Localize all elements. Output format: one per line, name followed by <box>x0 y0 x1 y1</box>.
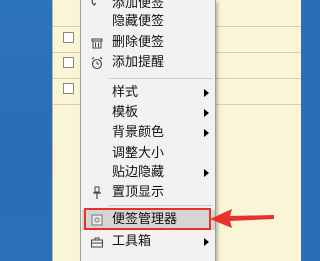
menu-separator <box>109 205 213 206</box>
submenu-arrow-icon <box>204 89 209 97</box>
submenu-arrow-icon <box>204 238 209 246</box>
note-checkbox[interactable] <box>63 57 74 68</box>
menu-item-label: 模板 <box>112 105 139 120</box>
menu-item-edge-hide[interactable]: 贴边隐藏 <box>82 163 215 183</box>
toolbox-icon <box>91 237 103 248</box>
submenu-arrow-icon <box>204 169 209 177</box>
menu-item-background-color[interactable]: 背景颜色 <box>82 123 215 143</box>
menu-item-resize[interactable]: 调整大小 <box>82 144 215 164</box>
menu-item-label: 添加提醒 <box>112 55 165 70</box>
menu-item-label: 删除便签 <box>112 35 165 50</box>
menu-item-label: 背景颜色 <box>112 125 165 140</box>
menu-item-toolbox[interactable]: 工具箱 <box>82 232 215 252</box>
submenu-arrow-icon <box>204 109 209 117</box>
pin-icon <box>93 186 101 199</box>
menu-item-template[interactable]: 模板 <box>82 103 215 123</box>
note-checkbox[interactable] <box>63 32 74 43</box>
menu-item-add-reminder[interactable]: 添加提醒 <box>82 53 215 73</box>
menu-item-label: 工具箱 <box>112 234 152 249</box>
note-checkbox[interactable] <box>63 83 74 94</box>
submenu-arrow-icon <box>204 129 209 137</box>
menu-item-label: 置顶显示 <box>112 185 165 200</box>
menu-item-label: 样式 <box>112 85 139 100</box>
trash-icon <box>91 38 103 49</box>
menu-item-label: 隐藏便签 <box>112 14 165 29</box>
menu-item-style[interactable]: 样式 <box>82 83 215 103</box>
alarm-clock-icon <box>91 57 103 70</box>
red-arrow-icon <box>210 209 274 228</box>
add-note-icon <box>91 0 97 6</box>
highlight-annotation-box <box>84 208 211 230</box>
menu-item-delete-note[interactable]: 删除便签 <box>82 33 215 53</box>
menu-item-label: 调整大小 <box>112 146 165 161</box>
menu-separator <box>109 78 213 79</box>
menu-item-label: 贴边隐藏 <box>112 165 165 180</box>
menu-item-hide-note[interactable]: 隐藏便签 <box>82 12 215 32</box>
menu-item-pin-top[interactable]: 置顶显示 <box>82 183 215 203</box>
